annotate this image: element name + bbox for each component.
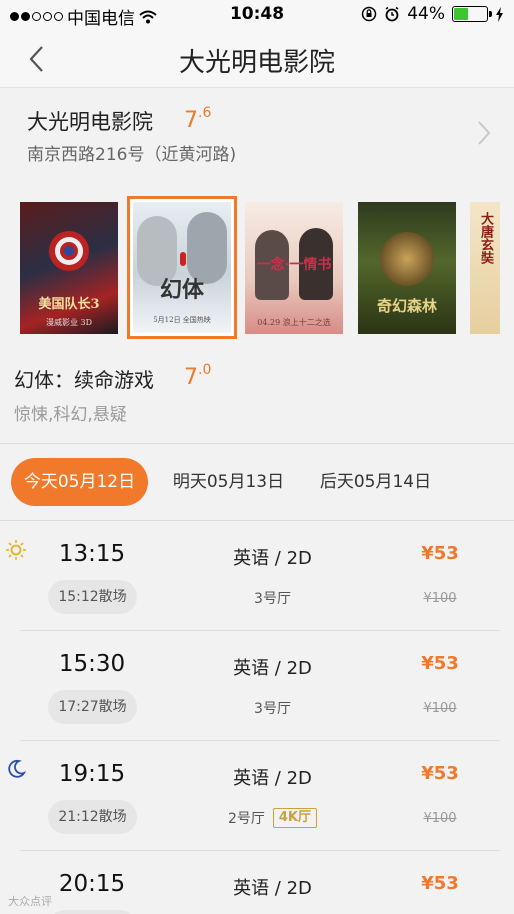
showtime-row[interactable]: 13:15 15:12散场 英语 / 2D 3号厅 ¥53 ¥100 [0, 521, 514, 631]
shield-icon [49, 231, 89, 271]
battery-icon [452, 6, 492, 22]
cinema-name: 大光明电影院 [27, 110, 153, 134]
battery-percent: 44% [407, 4, 445, 24]
poster-subtitle: 04.29 浪上十二之选 [257, 318, 331, 327]
original-price: ¥100 [423, 591, 457, 606]
poster-love-letter[interactable]: 一念·一情书 04.29 浪上十二之选 [245, 202, 343, 334]
poster-title: 一念·一情书 [256, 257, 332, 273]
chevron-right-icon [478, 121, 491, 145]
hall-name: 2号厅 [227, 811, 265, 827]
movie-tags: 惊悚,科幻,悬疑 [14, 405, 127, 425]
hall-name: 3号厅 [254, 701, 291, 717]
poster-title: 大唐玄奘 [478, 212, 493, 264]
showtime-row[interactable]: 19:15 21:12散场 英语 / 2D 2号厅 4K厅 ¥53 ¥100 [0, 741, 514, 851]
start-time: 15:30 [58, 651, 126, 677]
cinema-address: 南京西路216号（近黄河路) [27, 145, 237, 165]
cinema-info[interactable]: 大光明电影院 7.6 南京西路216号（近黄河路) [0, 89, 514, 175]
price: ¥53 [421, 873, 459, 894]
poster-title: 幻体 [159, 277, 204, 303]
poster-captain-america[interactable]: 美国队长3 漫威影业 3D [20, 202, 118, 334]
date-tabs: 今天05月12日 明天05月13日 后天05月14日 [0, 444, 514, 520]
showtime-row[interactable]: 15:30 17:27散场 英语 / 2D 3号厅 ¥53 ¥100 [0, 631, 514, 741]
watermark: 大众点评 [8, 895, 52, 908]
poster-title: 奇幻森林 [376, 297, 437, 315]
poster-title: 美国队长3 [38, 297, 100, 312]
tab-day-after[interactable]: 后天05月14日 [307, 458, 444, 506]
start-time: 20:15 [58, 871, 126, 897]
movie-rating: 7.0 [184, 362, 212, 390]
rotation-lock-icon [361, 6, 377, 22]
end-time: 15:12散场 [48, 580, 137, 614]
nav-bar: 大光明电影院 [0, 30, 514, 88]
tab-today[interactable]: 今天05月12日 [11, 458, 148, 506]
poster-selected-morris[interactable]: 幻体 5月12日 全国热映 [127, 196, 237, 339]
original-price: ¥100 [423, 701, 457, 716]
cinema-rating: 7.6 [184, 105, 212, 133]
status-right: 44% [361, 4, 504, 24]
original-price: ¥100 [423, 811, 457, 826]
poster-carousel[interactable]: 美国队长3 漫威影业 3D 幻体 5月12日 全国热映 一念·一情书 04.29… [0, 185, 514, 345]
tab-tomorrow[interactable]: 明天05月13日 [160, 458, 297, 506]
language-format: 英语 / 2D [233, 658, 312, 679]
price: ¥53 [421, 653, 459, 674]
hall: 3号厅 [200, 588, 345, 608]
language-format: 英语 / 2D [233, 768, 312, 789]
end-time: 17:27散场 [48, 690, 137, 724]
price: ¥53 [421, 763, 459, 784]
page-title: 大光明电影院 [178, 48, 335, 78]
hall: 2号厅 4K厅 [200, 808, 345, 828]
poster-xuanzang[interactable]: 大唐玄奘 [470, 202, 500, 334]
start-time: 19:15 [58, 761, 126, 787]
showtime-row[interactable]: 20:15 英语 / 2D ¥53 [0, 851, 514, 914]
end-time [48, 910, 137, 914]
hall: 3号厅 [200, 698, 345, 718]
charging-icon [496, 6, 503, 22]
poster-subtitle: 5月12日 全国热映 [153, 316, 211, 324]
start-time: 13:15 [58, 541, 126, 567]
alarm-icon [385, 6, 399, 22]
poster-subtitle: 漫威影业 3D [45, 318, 93, 327]
language-format: 英语 / 2D [233, 878, 312, 899]
4k-badge: 4K厅 [272, 808, 318, 828]
movie-title: 幻体：续命游戏 [14, 368, 154, 392]
end-time: 21:12散场 [48, 800, 137, 834]
hall-name: 3号厅 [254, 591, 291, 607]
status-bar: 中国电信 10:48 44% [0, 0, 514, 30]
price: ¥53 [421, 543, 459, 564]
language-format: 英语 / 2D [233, 548, 312, 569]
poster-jungle-book[interactable]: 奇幻森林 [358, 202, 456, 334]
